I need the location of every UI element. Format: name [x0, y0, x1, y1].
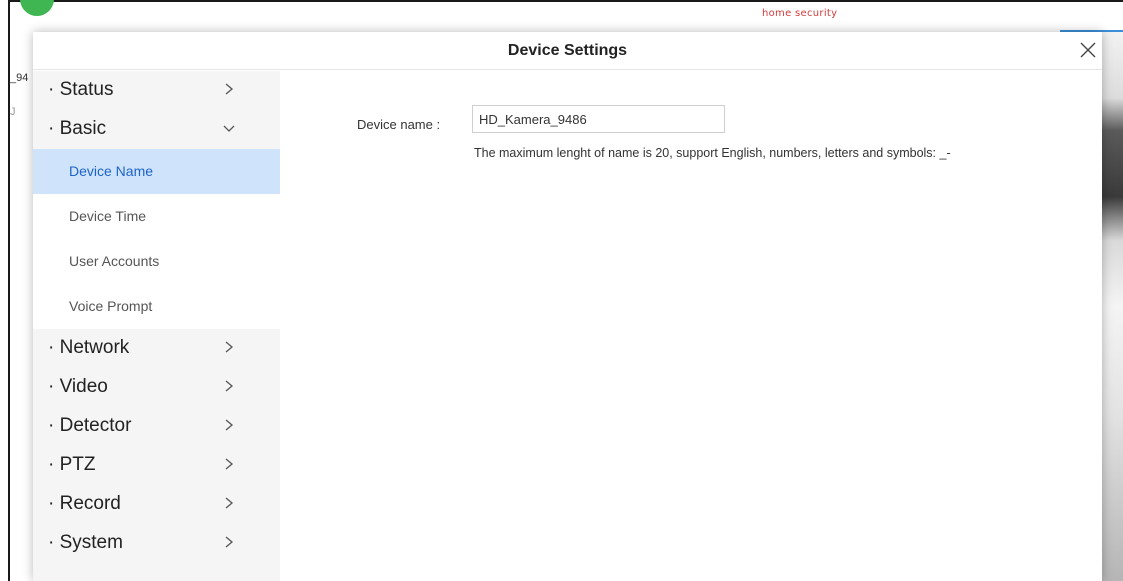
sidebar-item-ptz[interactable]: · PTZ: [33, 446, 280, 485]
settings-content: Device name : The maximum lenght of name…: [280, 71, 1102, 581]
sidebar-item-label: · PTZ: [48, 454, 96, 475]
device-name-input[interactable]: [472, 105, 725, 133]
chevron-right-icon: [225, 83, 234, 95]
sidebar-subitem-label: User Accounts: [69, 253, 160, 269]
sidebar-subitem-label: Voice Prompt: [69, 298, 153, 314]
sidebar-subitem-voice-prompt[interactable]: Voice Prompt: [33, 284, 280, 329]
sidebar-item-detector[interactable]: · Detector: [33, 407, 280, 446]
sidebar-subitem-device-name[interactable]: Device Name: [33, 149, 280, 194]
sidebar-item-status[interactable]: · Status: [33, 71, 280, 110]
sidebar-item-label: · Detector: [48, 415, 132, 436]
sidebar-item-label: · Video: [48, 376, 108, 397]
chevron-right-icon: [225, 497, 234, 509]
sidebar-item-record[interactable]: · Record: [33, 485, 280, 524]
sidebar-subitem-label: Device Time: [69, 208, 147, 224]
close-icon[interactable]: [1079, 41, 1097, 59]
sidebar-subitem-label: Device Name: [69, 163, 154, 179]
sidebar-item-label: · Basic: [48, 118, 107, 139]
sidebar-item-network[interactable]: · Network: [33, 329, 280, 368]
dialog-title: Device Settings: [507, 42, 628, 59]
device-settings-dialog: Device Settings · Status · Basic Device …: [33, 32, 1102, 581]
sidebar-item-label: · Network: [48, 337, 130, 358]
sidebar-item-basic[interactable]: · Basic: [33, 110, 280, 149]
dialog-header: Device Settings: [33, 32, 1102, 70]
chevron-right-icon: [225, 380, 234, 392]
brand-text: home security: [762, 8, 838, 19]
chevron-right-icon: [225, 536, 234, 548]
sidebar-item-video[interactable]: · Video: [33, 368, 280, 407]
device-name-label: Device name :: [357, 117, 441, 132]
background-text: _94: [10, 72, 29, 84]
chevron-right-icon: [225, 341, 234, 353]
chevron-right-icon: [225, 419, 234, 431]
sidebar-item-label: · System: [48, 532, 123, 553]
sidebar-item-system[interactable]: · System: [33, 524, 280, 563]
sidebar-subitem-device-time[interactable]: Device Time: [33, 194, 280, 239]
background-text: J: [10, 106, 16, 118]
basic-submenu: Device Name Device Time User Accounts Vo…: [33, 149, 280, 329]
sidebar-item-label: · Record: [48, 493, 121, 514]
settings-sidebar: · Status · Basic Device Name Device Time…: [33, 71, 280, 581]
background-video-preview: [1102, 32, 1123, 581]
device-name-hint: The maximum lenght of name is 20, suppor…: [474, 146, 951, 160]
chevron-right-icon: [225, 458, 234, 470]
chevron-down-icon: [223, 125, 235, 132]
sidebar-subitem-user-accounts[interactable]: User Accounts: [33, 239, 280, 284]
sidebar-item-label: · Status: [48, 79, 114, 100]
